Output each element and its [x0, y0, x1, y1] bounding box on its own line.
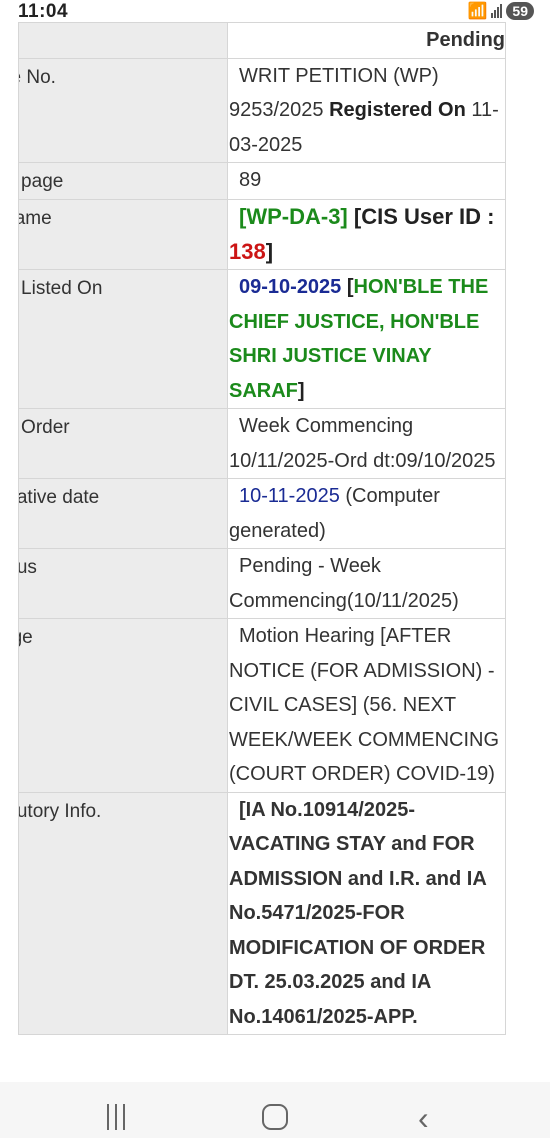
first-page-row: st page 89 — [18, 162, 506, 200]
last-listed-value: 09-10-2025 [HON'BLE THE CHIEF JUSTICE, H… — [227, 269, 506, 409]
bench-name-value: [WP-DA-3] [CIS User ID : 138] — [227, 199, 506, 270]
status-value: Pending - Week Commencing(10/11/2025) — [227, 548, 506, 619]
last-order-value: Week Commencing 10/11/2025-Ord dt:09/10/… — [227, 408, 506, 479]
signal-icon — [491, 4, 503, 18]
case-no-row: se No. WRIT PETITION (WP) 9253/2025 Regi… — [18, 57, 506, 163]
case-no-value: WRIT PETITION (WP) 9253/2025 Registered … — [227, 57, 506, 163]
tentative-date-row: ntative date 10-11-2025 (Computer genera… — [18, 478, 506, 549]
last-listed-label: st Listed On — [20, 278, 103, 299]
status-row: atus Pending - Week Commencing(10/11/202… — [18, 548, 506, 619]
statutory-info-row: atutory Info. [IA No.10914/2025-VACATING… — [18, 791, 506, 1035]
status-label: atus — [18, 557, 37, 578]
stage-label: age — [20, 627, 33, 648]
last-order-label: st Order — [20, 417, 70, 438]
case-status-page[interactable]: Pending se No. WRIT PETITION (WP) 9253/2… — [18, 22, 506, 1082]
home-icon[interactable] — [262, 1104, 288, 1130]
bench-name-row: Name [WP-DA-3] [CIS User ID : 138] — [18, 199, 506, 270]
table-header-row: Pending — [18, 22, 506, 59]
back-icon[interactable]: ‹ — [418, 1100, 429, 1137]
statutory-info-value: [IA No.10914/2025-VACATING STAY and FOR … — [227, 791, 506, 1035]
recent-apps-icon[interactable] — [107, 1104, 125, 1130]
status-bar: 11:04 📶 59 — [0, 0, 550, 22]
status-icons: 📶 59 — [467, 1, 534, 21]
android-nav-bar: ‹ — [0, 1082, 550, 1138]
case-details-table: Pending se No. WRIT PETITION (WP) 9253/2… — [18, 22, 506, 1035]
first-page-label: st page — [20, 171, 64, 192]
wifi-icon: 📶 — [467, 3, 488, 20]
last-listed-row: st Listed On 09-10-2025 [HON'BLE THE CHI… — [18, 269, 506, 409]
case-status-title: Pending — [227, 22, 506, 59]
first-page-value: 89 — [227, 162, 506, 200]
bench-name-label: Name — [20, 208, 52, 229]
case-no-label: se No. — [20, 66, 56, 88]
battery-indicator: 59 — [506, 2, 534, 20]
clock: 11:04 — [18, 1, 69, 22]
last-order-row: st Order Week Commencing 10/11/2025-Ord … — [18, 408, 506, 479]
tentative-date-label: ntative date — [20, 487, 100, 508]
statutory-info-label: atutory Info. — [20, 800, 102, 822]
tentative-date-value: 10-11-2025 (Computer generated) — [227, 478, 506, 549]
stage-row: age Motion Hearing [AFTER NOTICE (FOR AD… — [18, 618, 506, 793]
stage-value: Motion Hearing [AFTER NOTICE (FOR ADMISS… — [227, 618, 506, 793]
